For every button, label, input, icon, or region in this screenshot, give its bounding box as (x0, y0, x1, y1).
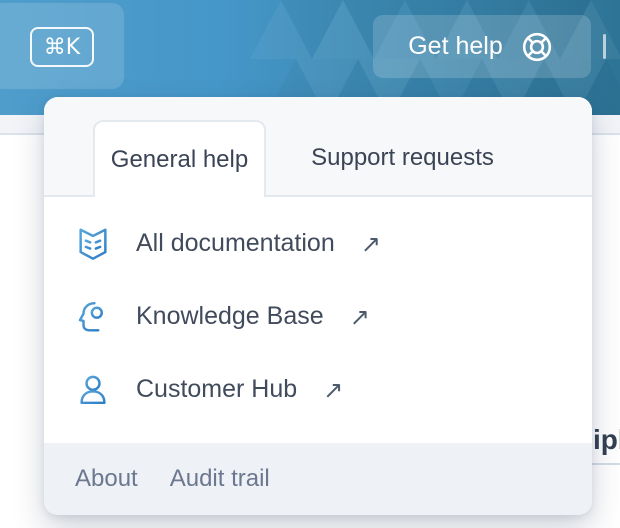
book-open-icon (74, 225, 112, 263)
external-link-arrow-icon: ↗ (350, 303, 370, 331)
help-menu: All documentation ↗ Knowled (44, 197, 592, 426)
audit-trail-link[interactable]: Audit trail (170, 465, 270, 493)
help-popover-footer: About Audit trail (44, 443, 592, 515)
tab-support-requests[interactable]: Support requests (270, 120, 535, 195)
tab-support-requests-label: Support requests (311, 144, 494, 172)
global-search-field[interactable]: ⌘K (0, 3, 124, 89)
user-icon (74, 371, 112, 409)
page-heading-fragment: ipb (593, 424, 620, 456)
get-help-button[interactable]: Get help (373, 15, 591, 78)
external-link-arrow-icon: ↗ (323, 376, 343, 404)
help-popover: General help Support requests (44, 97, 592, 515)
menu-item-customer-hub[interactable]: Customer Hub ↗ (44, 353, 592, 426)
about-link[interactable]: About (75, 465, 138, 493)
keyboard-shortcut-badge: ⌘K (30, 27, 94, 67)
page-heading-underline (592, 463, 620, 465)
external-link-arrow-icon: ↗ (361, 230, 381, 258)
menu-item-label: All documentation (136, 229, 335, 258)
menu-item-all-documentation[interactable]: All documentation ↗ (44, 207, 592, 280)
menu-item-knowledge-base[interactable]: Knowledge Base ↗ (44, 280, 592, 353)
menu-item-label: Knowledge Base (136, 302, 324, 331)
get-help-label: Get help (408, 32, 503, 61)
menu-item-label: Customer Hub (136, 375, 297, 404)
header-divider (603, 34, 606, 59)
tab-general-help-label: General help (111, 146, 248, 174)
keyboard-shortcut-label: ⌘K (44, 35, 80, 60)
life-buoy-icon (518, 28, 556, 66)
head-knowledge-icon (74, 298, 112, 336)
tab-general-help[interactable]: General help (93, 120, 266, 197)
screen: ⌘K Get help ipb General help Support req… (0, 0, 620, 528)
